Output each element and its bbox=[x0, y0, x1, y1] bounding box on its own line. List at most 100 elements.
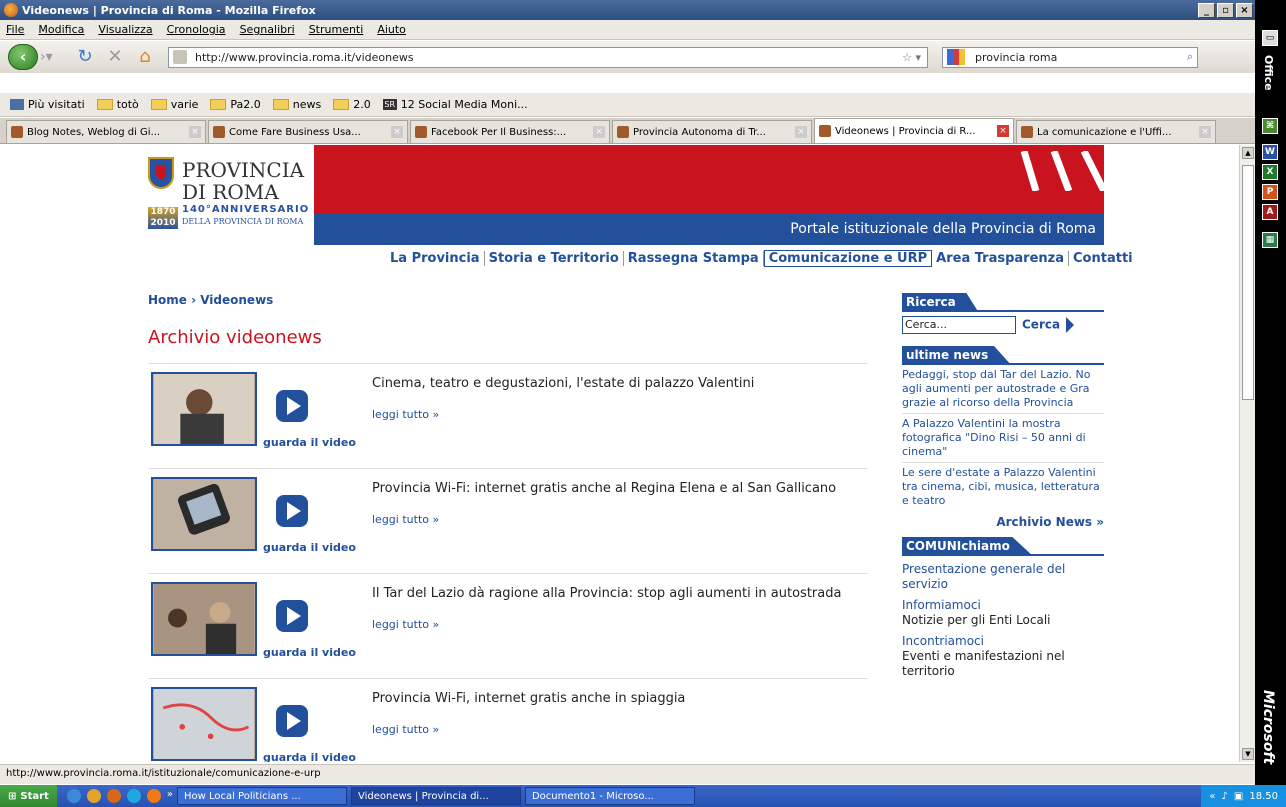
read-more-link[interactable]: leggi tutto » bbox=[372, 723, 439, 736]
outlook-icon[interactable]: ⌘ bbox=[1262, 118, 1278, 134]
comuni-link-informiamoci[interactable]: Informiamoci bbox=[902, 598, 1104, 613]
nav-la-provincia[interactable]: La Provincia bbox=[386, 251, 485, 266]
play-icon[interactable] bbox=[276, 495, 308, 527]
news-item[interactable]: A Palazzo Valentini la mostra fotografic… bbox=[902, 414, 1104, 463]
stop-icon[interactable]: ✕ bbox=[104, 46, 126, 68]
video-title[interactable]: Cinema, teatro e degustazioni, l'estate … bbox=[372, 376, 754, 391]
access-icon[interactable]: A bbox=[1262, 204, 1278, 220]
nav-rassegna-stampa[interactable]: Rassegna Stampa bbox=[624, 251, 764, 266]
read-more-link[interactable]: leggi tutto » bbox=[372, 513, 439, 526]
search-icon[interactable]: ⌕ bbox=[1187, 50, 1193, 64]
vertical-scrollbar[interactable]: ▲ ▼ bbox=[1239, 145, 1255, 762]
back-arrow-icon[interactable]: ‹ bbox=[8, 44, 38, 70]
video-thumbnail[interactable] bbox=[151, 582, 257, 656]
skype-icon[interactable] bbox=[126, 789, 141, 803]
bookmark-piu-visitati[interactable]: Più visitati bbox=[10, 98, 85, 111]
office-folder-icon[interactable]: ▭ bbox=[1262, 30, 1278, 46]
tab-close-icon[interactable]: × bbox=[795, 126, 807, 138]
video-thumbnail[interactable] bbox=[151, 477, 257, 551]
task-button[interactable]: Videonews | Provincia di... bbox=[350, 787, 521, 805]
news-archive-link[interactable]: Archivio News » bbox=[902, 515, 1104, 529]
bookmark-pa20[interactable]: Pa2.0 bbox=[210, 98, 261, 111]
app-icon[interactable] bbox=[146, 789, 161, 803]
excel-icon[interactable]: X bbox=[1262, 164, 1278, 180]
publisher-icon[interactable]: ▦ bbox=[1262, 232, 1278, 248]
tab-close-icon[interactable]: × bbox=[189, 126, 201, 138]
menu-visualizza[interactable]: Visualizza bbox=[98, 23, 152, 36]
video-title[interactable]: Il Tar del Lazio dà ragione alla Provinc… bbox=[372, 586, 841, 601]
video-thumbnail[interactable] bbox=[151, 372, 257, 446]
nav-comunicazione-urp[interactable]: Comunicazione e URP bbox=[763, 250, 933, 267]
menu-cronologia[interactable]: Cronologia bbox=[167, 23, 226, 36]
play-icon[interactable] bbox=[276, 390, 308, 422]
forward-arrow-icon[interactable]: ›▾ bbox=[40, 46, 66, 68]
home-icon[interactable]: ⌂ bbox=[134, 46, 156, 68]
tab-close-icon[interactable]: × bbox=[997, 125, 1009, 137]
task-button[interactable]: How Local Politicians ... bbox=[176, 787, 347, 805]
tab-blog-notes[interactable]: Blog Notes, Weblog di Gi... × bbox=[6, 120, 206, 143]
menu-segnalibri[interactable]: Segnalibri bbox=[240, 23, 295, 36]
tab-business[interactable]: Come Fare Business Usa... × bbox=[208, 120, 408, 143]
read-more-link[interactable]: leggi tutto » bbox=[372, 408, 439, 421]
watch-video-link[interactable]: guarda il video bbox=[263, 436, 356, 449]
nav-contatti[interactable]: Contatti bbox=[1069, 251, 1137, 266]
tab-facebook[interactable]: Facebook Per Il Business:... × bbox=[410, 120, 610, 143]
nav-storia-territorio[interactable]: Storia e Territorio bbox=[485, 251, 624, 266]
url-text[interactable]: http://www.provincia.roma.it/videonews bbox=[195, 51, 414, 64]
comuni-link-incontriamoci[interactable]: Incontriamoci bbox=[902, 634, 1104, 649]
task-button[interactable]: Documento1 - Microso... bbox=[524, 787, 695, 805]
search-bar[interactable]: provincia roma ⌕ bbox=[942, 46, 1198, 68]
site-search-input[interactable]: Cerca... bbox=[902, 316, 1016, 334]
play-icon[interactable] bbox=[276, 705, 308, 737]
news-item[interactable]: Le sere d'estate a Palazzo Valentini tra… bbox=[902, 463, 1104, 511]
tray-expand-icon[interactable]: « bbox=[1209, 791, 1215, 802]
powerpoint-icon[interactable]: P bbox=[1262, 184, 1278, 200]
tab-close-icon[interactable]: × bbox=[391, 126, 403, 138]
tab-close-icon[interactable]: × bbox=[593, 126, 605, 138]
bookmark-20[interactable]: 2.0 bbox=[333, 98, 371, 111]
watch-video-link[interactable]: guarda il video bbox=[263, 751, 356, 762]
bookmark-news[interactable]: news bbox=[272, 98, 321, 111]
play-icon[interactable] bbox=[276, 600, 308, 632]
network-icon[interactable]: ▣ bbox=[1234, 791, 1243, 802]
site-search-button[interactable]: Cerca bbox=[1022, 317, 1074, 333]
scroll-up-icon[interactable]: ▲ bbox=[1242, 147, 1254, 159]
tab-close-icon[interactable]: × bbox=[1199, 126, 1211, 138]
video-title[interactable]: Provincia Wi-Fi, internet gratis anche i… bbox=[372, 691, 685, 706]
close-button[interactable]: × bbox=[1236, 2, 1253, 18]
menu-aiuto[interactable]: Aiuto bbox=[377, 23, 406, 36]
breadcrumb[interactable]: Home › Videonews bbox=[148, 293, 273, 307]
bookmark-star-icon[interactable]: ☆ ▾ bbox=[902, 51, 921, 64]
scroll-thumb[interactable] bbox=[1242, 165, 1254, 400]
scroll-down-icon[interactable]: ▼ bbox=[1242, 748, 1254, 760]
site-identity-icon[interactable] bbox=[173, 50, 187, 64]
news-item[interactable]: Pedaggi, stop dal Tar del Lazio. No agli… bbox=[902, 365, 1104, 414]
menu-file[interactable]: File bbox=[6, 23, 24, 36]
minimize-button[interactable]: _ bbox=[1198, 2, 1215, 18]
bookmark-varie[interactable]: varie bbox=[150, 98, 198, 111]
volume-icon[interactable]: ♪ bbox=[1222, 791, 1228, 802]
bookmark-toto[interactable]: totò bbox=[96, 98, 139, 111]
video-title[interactable]: Provincia Wi-Fi: internet gratis anche a… bbox=[372, 481, 836, 496]
watch-video-link[interactable]: guarda il video bbox=[263, 541, 356, 554]
bookmark-social-media[interactable]: SR 12 Social Media Moni... bbox=[382, 98, 528, 111]
site-logo[interactable]: PROVINCIA DI ROMA 1870 2010 140°ANNIVERSA… bbox=[148, 149, 314, 245]
clock[interactable]: 18.50 bbox=[1249, 791, 1278, 802]
comuni-link-presentazione[interactable]: Presentazione generale del servizio bbox=[902, 562, 1104, 592]
ie-icon[interactable] bbox=[66, 789, 81, 803]
menu-strumenti[interactable]: Strumenti bbox=[309, 23, 364, 36]
nav-area-trasparenza[interactable]: Area Trasparenza bbox=[932, 251, 1070, 266]
firefox-icon[interactable] bbox=[106, 789, 121, 803]
search-engine-icon[interactable] bbox=[947, 49, 965, 65]
url-bar[interactable]: http://www.provincia.roma.it/videonews ☆… bbox=[168, 46, 928, 68]
maximize-button[interactable]: ▫ bbox=[1217, 2, 1234, 18]
menu-modifica[interactable]: Modifica bbox=[38, 23, 84, 36]
overflow-chevron-icon[interactable]: » bbox=[167, 789, 173, 803]
search-input[interactable]: provincia roma bbox=[975, 51, 1057, 64]
tab-trento[interactable]: Provincia Autonoma di Tr... × bbox=[612, 120, 812, 143]
word-icon[interactable]: W bbox=[1262, 144, 1278, 160]
tab-comunicazione[interactable]: La comunicazione e l'Uffi... × bbox=[1016, 120, 1216, 143]
chrome-icon[interactable] bbox=[86, 789, 101, 803]
reload-icon[interactable]: ↻ bbox=[74, 46, 96, 68]
video-thumbnail[interactable] bbox=[151, 687, 257, 761]
